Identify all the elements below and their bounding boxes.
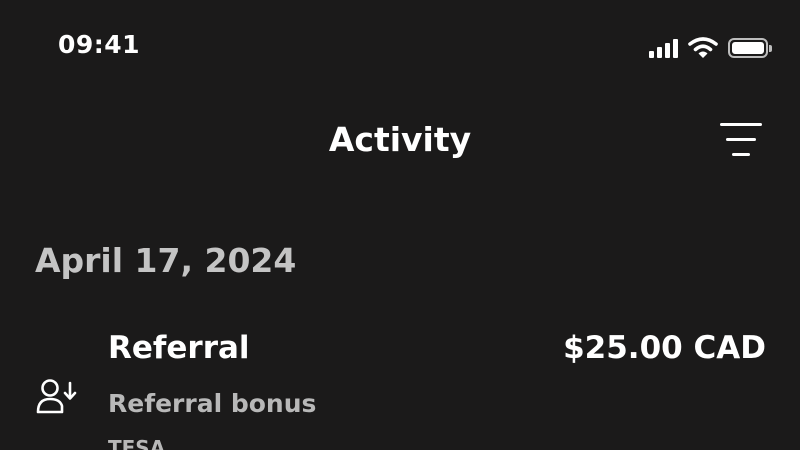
wifi-icon <box>688 37 718 58</box>
date-header: April 17, 2024 <box>35 241 297 280</box>
status-time: 09:41 <box>58 30 141 59</box>
status-icons <box>649 36 772 60</box>
activity-account: TFSA <box>108 436 166 450</box>
user-download-icon <box>36 379 77 414</box>
activity-subtitle: Referral bonus <box>108 389 317 418</box>
filter-button[interactable] <box>712 118 768 162</box>
cellular-signal-icon <box>649 38 678 58</box>
activity-item-referral[interactable]: Referral $25.00 CAD Referral bonus TFSA <box>0 318 800 450</box>
activity-amount: $25.00 CAD <box>563 330 766 366</box>
battery-icon <box>728 38 772 58</box>
activity-screen: 09:41 Activity April 17, 2024 Referral $… <box>0 0 800 450</box>
activity-title: Referral <box>108 330 250 366</box>
page-title: Activity <box>328 120 472 159</box>
